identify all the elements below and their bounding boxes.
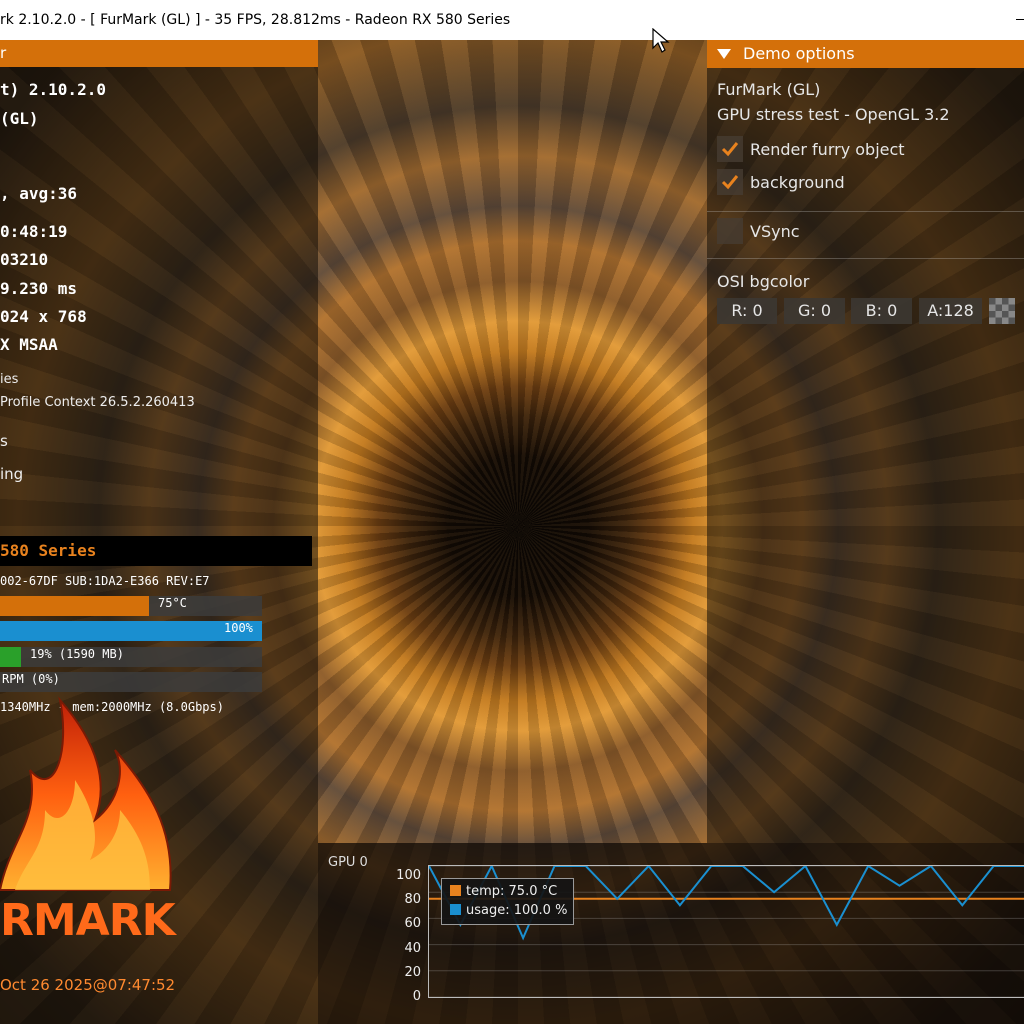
gpu-device-id: 002-67DF SUB:1DA2-E366 REV:E7 xyxy=(0,574,210,588)
legend-temp-swatch xyxy=(450,885,461,896)
temperature-bar-fill xyxy=(0,596,150,616)
separator xyxy=(707,258,1024,259)
gpu-name: 580 Series xyxy=(0,536,312,566)
fan-value: RPM (0%) xyxy=(2,672,60,686)
time-line: 0:48:19 xyxy=(0,222,68,241)
resolution-line: 024 x 768 xyxy=(0,307,87,326)
frametime-line: 9.230 ms xyxy=(0,279,78,298)
fps-line: , avg:36 xyxy=(0,184,78,203)
usage-value: 100% xyxy=(224,621,253,635)
demo-options-header[interactable]: Demo options xyxy=(707,40,1024,68)
y-tick-label: 40 xyxy=(404,941,421,956)
render-furry-checkbox[interactable] xyxy=(717,136,743,162)
info-line-ing: ing xyxy=(0,465,24,483)
context-line: Profile Context 26.5.2.260413 xyxy=(0,395,195,410)
legend-usage-label: usage: 100.0 % xyxy=(466,903,568,918)
y-tick-label: 60 xyxy=(404,916,421,931)
temperature-bar: 75°C xyxy=(0,596,262,616)
color-preview-swatch[interactable] xyxy=(989,298,1015,324)
alpha-value-field[interactable]: A:128 xyxy=(919,298,982,324)
usage-bar: 100% xyxy=(0,621,262,641)
memory-bar: 19% (1590 MB) xyxy=(0,647,262,667)
api-line: (GL) xyxy=(0,109,39,128)
y-tick-label: 0 xyxy=(412,989,421,1004)
temperature-value: 75°C xyxy=(158,596,187,610)
separator xyxy=(707,211,1024,212)
y-tick-label: 80 xyxy=(404,892,421,907)
checkmark-icon xyxy=(721,175,739,190)
legend-usage-swatch xyxy=(450,904,461,915)
frames-line: 03210 xyxy=(0,250,49,269)
y-tick-label: 20 xyxy=(404,965,421,980)
renderer-line: ies xyxy=(0,372,19,387)
legend-temp-label: temp: 75.0 °C xyxy=(466,884,558,899)
info-panel-header[interactable]: r xyxy=(0,40,318,67)
y-tick-label: 100 xyxy=(396,868,421,883)
usage-bar-fill xyxy=(0,621,262,641)
gpu-monitor-graph-panel: GPU 0 100 80 60 40 20 0 temp: 75.0 °C us… xyxy=(318,843,1024,1024)
chart-legend: temp: 75.0 °C usage: 100.0 % xyxy=(441,878,574,925)
vsync-checkbox[interactable] xyxy=(717,218,743,244)
checkmark-icon xyxy=(721,142,739,157)
demo-options-title: Demo options xyxy=(743,44,855,63)
window-title-bar[interactable]: rk 2.10.2.0 - [ FurMark (GL) ] - 35 FPS,… xyxy=(0,0,1024,40)
memory-value: 19% (1590 MB) xyxy=(30,647,124,661)
background-checkbox[interactable] xyxy=(717,169,743,195)
memory-bar-fill xyxy=(0,647,21,667)
demo-name: FurMark (GL) xyxy=(717,80,821,99)
msaa-line: X MSAA xyxy=(0,335,58,354)
demo-options-panel: Demo options FurMark (GL) GPU stress tes… xyxy=(707,40,1024,843)
demo-description: GPU stress test - OpenGL 3.2 xyxy=(717,105,950,124)
red-value-field[interactable]: R: 0 xyxy=(717,298,777,324)
mouse-cursor-icon xyxy=(652,28,670,53)
osi-bgcolor-label: OSI bgcolor xyxy=(717,272,810,291)
legend-usage-entry: usage: 100.0 % xyxy=(450,903,567,918)
green-value-field[interactable]: G: 0 xyxy=(784,298,845,324)
blue-value-field[interactable]: B: 0 xyxy=(851,298,912,324)
furmark-logo-text: RMARK xyxy=(0,895,176,946)
legend-temp-entry: temp: 75.0 °C xyxy=(450,884,557,899)
window-title: rk 2.10.2.0 - [ FurMark (GL) ] - 35 FPS,… xyxy=(0,12,511,28)
info-line-s: s xyxy=(0,432,8,450)
minimize-button[interactable] xyxy=(1008,0,1024,40)
graph-gpu-label: GPU 0 xyxy=(328,855,368,870)
collapse-triangle-icon[interactable] xyxy=(717,49,731,59)
render-furry-label[interactable]: Render furry object xyxy=(750,140,905,159)
fan-bar: RPM (0%) xyxy=(0,672,262,692)
version-line: t) 2.10.2.0 xyxy=(0,80,106,99)
gpu-plot-area: temp: 75.0 °C usage: 100.0 % xyxy=(428,865,1024,998)
build-date: Oct 26 2025@07:47:52 xyxy=(0,976,176,994)
vsync-label[interactable]: VSync xyxy=(750,222,800,241)
background-label[interactable]: background xyxy=(750,173,845,192)
